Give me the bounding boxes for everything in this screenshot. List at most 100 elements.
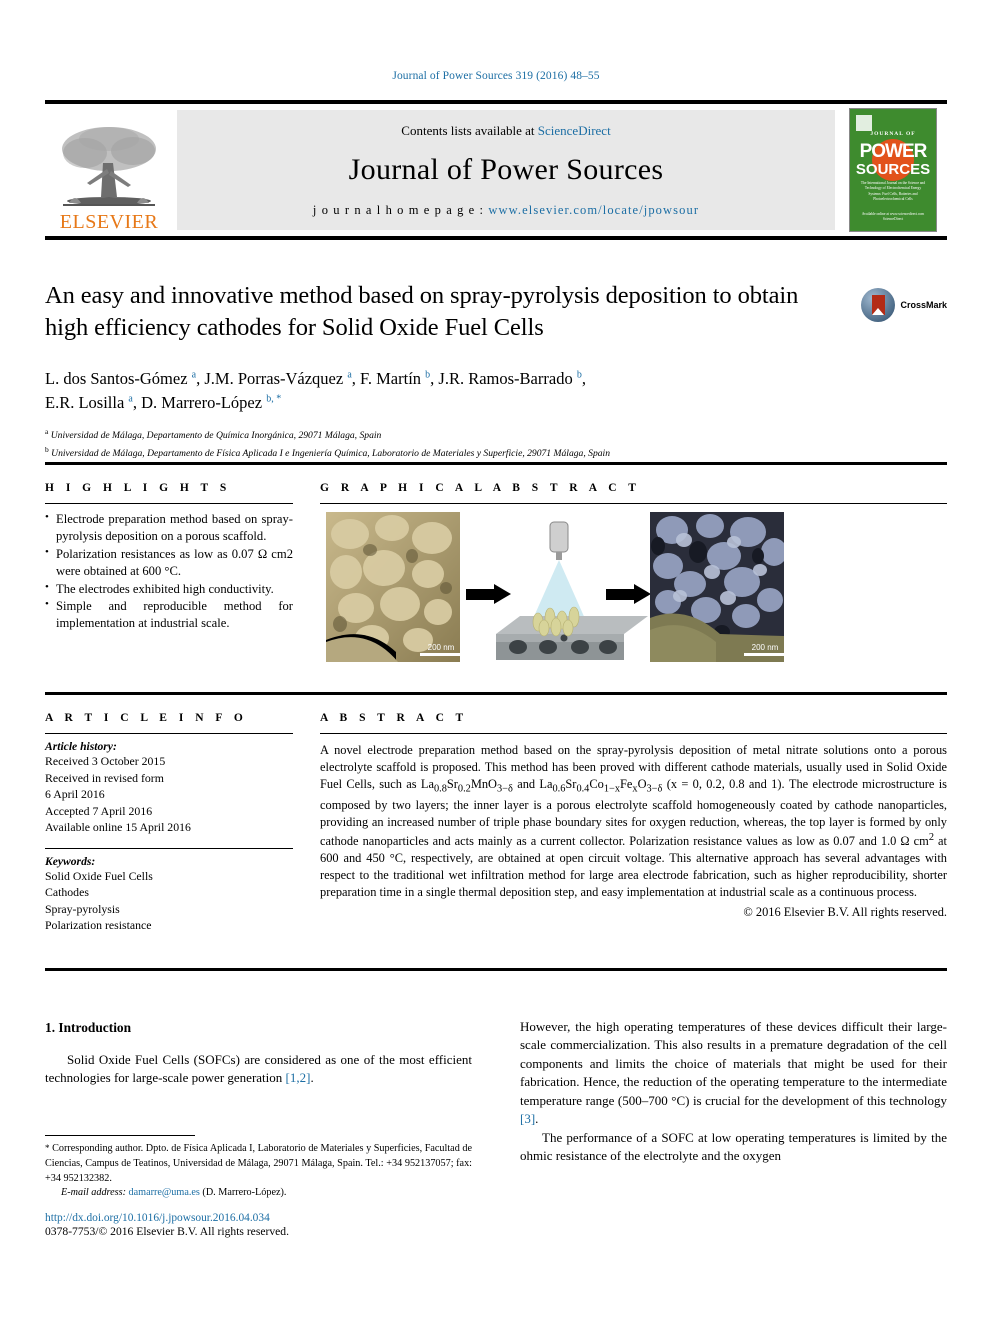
article-info-heading: A R T I C L E I N F O (45, 712, 248, 724)
keyword-item: Solid Oxide Fuel Cells (45, 868, 153, 883)
cover-blurb-text: The International Journal on the Science… (860, 181, 926, 202)
article-info-section: A R T I C L E I N F O Article history: R… (45, 712, 293, 934)
journal-cover-thumbnail: JOURNAL OF POWER SOURCES The Internation… (839, 104, 947, 236)
list-item: Polarization resistances as low as 0.07 … (45, 545, 293, 580)
email-link[interactable]: damarre@uma.es (129, 1187, 200, 1198)
affiliation-item: a Universidad de Málaga, Departamento de… (45, 426, 947, 444)
cover-sources-text: SOURCES (855, 161, 931, 178)
crossmark-icon (861, 288, 896, 322)
body-text: However, the high operating temperatures… (520, 1019, 947, 1108)
affiliation-marker: a (45, 427, 49, 437)
abstract-section: A B S T R A C T A novel electrode prepar… (320, 712, 947, 920)
body-column-left: 1. Introduction Solid Oxide Fuel Cells (… (45, 1018, 472, 1088)
graphical-abstract-rule (320, 503, 947, 504)
body-text-end: . (310, 1070, 314, 1086)
title-block: An easy and innovative method based on s… (45, 280, 947, 462)
scale-bar-left: 200 nm (420, 643, 462, 656)
body-text: Solid Oxide Fuel Cells (SOFCs) are consi… (45, 1052, 472, 1086)
keywords-label: Keywords: (45, 854, 96, 868)
contents-prefix: Contents lists available at (401, 122, 538, 138)
cover-elsevier-mark-icon (856, 115, 872, 131)
body-text-end: . (535, 1111, 539, 1127)
affiliation-marker: b (45, 445, 49, 455)
keyword-item: Polarization resistance (45, 918, 152, 933)
journal-title: Journal of Power Sources (348, 152, 664, 186)
citation-ref[interactable]: [3] (520, 1111, 535, 1126)
article-history-item: Accepted 7 April 2016 (45, 803, 153, 818)
journal-article-page: Journal of Power Sources 319 (2016) 48–5… (0, 0, 992, 1323)
elsevier-logo: ELSEVIER (45, 104, 173, 236)
list-item: The electrodes exhibited high conductivi… (45, 580, 293, 598)
author-list: L. dos Santos-Gómez a, J.M. Porras-Vázqu… (45, 367, 815, 417)
journal-band: Contents lists available at ScienceDirec… (177, 110, 835, 230)
highlight-text: Simple and reproducible method for imple… (56, 599, 293, 631)
author-name: , J.M. Porras-Vázquez (196, 368, 348, 388)
section-heading-introduction: 1. Introduction (45, 1020, 132, 1035)
author-line-comma: , (581, 368, 586, 388)
article-history-item: 6 April 2016 (45, 787, 105, 802)
divider-above-body (45, 968, 947, 971)
author-line-1: L. dos Santos-Gómez a, J.M. Porras-Vázqu… (45, 367, 815, 392)
graphical-abstract-figure: 200 nm 200 nm (320, 512, 840, 670)
author-name: , D. Marrero-López (132, 393, 267, 413)
scale-bar-label: 200 nm (751, 643, 779, 652)
journal-cover-image: JOURNAL OF POWER SOURCES The Internation… (849, 108, 937, 232)
abstract-part-3: (x = 0, 0.2, 0.8 and 1). The electrode m… (320, 776, 947, 899)
highlights-rule (45, 503, 293, 504)
footer-doi-block: http://dx.doi.org/10.1016/j.jpowsour.201… (45, 1212, 485, 1238)
highlights-section: H I G H L I G H T S Electrode preparatio… (45, 482, 293, 633)
chemical-formula-lscf: La0.6Sr0.4Co1−xFexO3−δ (539, 776, 663, 795)
divider-above-article-info (45, 692, 947, 695)
affiliation-text: Universidad de Málaga, Departamento de Q… (50, 430, 382, 442)
author-affil-marker[interactable]: b, * (266, 394, 281, 405)
journal-masthead: ELSEVIER Contents lists available at Sci… (45, 100, 947, 240)
footnote-text: Corresponding author. Dpto. de Física Ap… (45, 1143, 472, 1184)
abstract-part-2: and (512, 776, 540, 791)
footnote-email-line: E-mail address: damarre@uma.es (D. Marre… (45, 1186, 472, 1201)
highlights-list: Electrode preparation method based on sp… (45, 510, 293, 632)
article-history-item: Available online 15 April 2016 (45, 820, 191, 835)
issn-copyright-line: 0378-7753/© 2016 Elsevier B.V. All right… (45, 1225, 289, 1238)
article-history-label: Article history: (45, 740, 117, 753)
arrow-icon-right (606, 584, 652, 604)
crossmark-badge[interactable]: CrossMark (861, 288, 947, 322)
body-paragraph: However, the high operating temperatures… (520, 1018, 947, 1129)
affiliation-item: b Universidad de Málaga, Departamento de… (45, 444, 947, 462)
sem-image-coated-electrode (650, 512, 784, 662)
email-owner: (D. Marrero-López). (199, 1187, 287, 1199)
chemical-formula-lsm: La0.8Sr0.2MnO3−δ (420, 776, 513, 795)
body-paragraph: The performance of a SOFC at low operati… (520, 1129, 947, 1164)
email-address-label: E-mail address: (61, 1187, 126, 1199)
keywords-rule (45, 847, 293, 849)
footnote-divider (45, 1135, 195, 1136)
elsevier-tree-icon (62, 127, 156, 206)
corresponding-author-footnote: * Corresponding author. Dpto. de Física … (45, 1142, 472, 1201)
abstract-heading: A B S T R A C T (320, 712, 468, 724)
doi-link[interactable]: http://dx.doi.org/10.1016/j.jpowsour.201… (45, 1212, 485, 1224)
page-title: An easy and innovative method based on s… (45, 282, 799, 342)
sciencedirect-link[interactable]: ScienceDirect (538, 123, 611, 138)
cover-power-text: POWER (859, 141, 928, 162)
citation-ref[interactable]: [1,2] (286, 1070, 311, 1085)
abstract-text: A novel electrode preparation method bas… (320, 742, 947, 901)
author-name: E.R. Losilla (45, 393, 129, 413)
body-column-right: However, the high operating temperatures… (520, 1018, 947, 1166)
highlight-text: Polarization resistances as low as 0.07 … (56, 546, 293, 578)
list-item: Simple and reproducible method for imple… (45, 597, 293, 632)
scale-bar-label: 200 nm (427, 643, 455, 652)
abstract-copyright: © 2016 Elsevier B.V. All rights reserved… (743, 904, 947, 919)
keyword-item: Spray-pyrolysis (45, 901, 120, 916)
running-head: Journal of Power Sources 319 (2016) 48–5… (392, 70, 600, 82)
homepage-url-link[interactable]: www.elsevier.com/locate/jpowsour (488, 203, 699, 217)
body-paragraph: Solid Oxide Fuel Cells (SOFCs) are consi… (45, 1051, 472, 1088)
scale-bar-line (744, 653, 786, 656)
scale-bar-right: 200 nm (744, 643, 786, 656)
contents-available-line: Contents lists available at ScienceDirec… (401, 123, 610, 139)
journal-homepage-line: j o u r n a l h o m e p a g e : www.else… (313, 203, 699, 218)
sem-image-scaffold (326, 512, 460, 662)
highlight-text: Electrode preparation method based on sp… (56, 512, 293, 543)
article-info-rule (45, 733, 293, 734)
highlight-text: The electrodes exhibited high conductivi… (56, 581, 274, 596)
list-item: Electrode preparation method based on sp… (45, 510, 293, 545)
cover-journal-of-text: JOURNAL OF (870, 131, 916, 137)
